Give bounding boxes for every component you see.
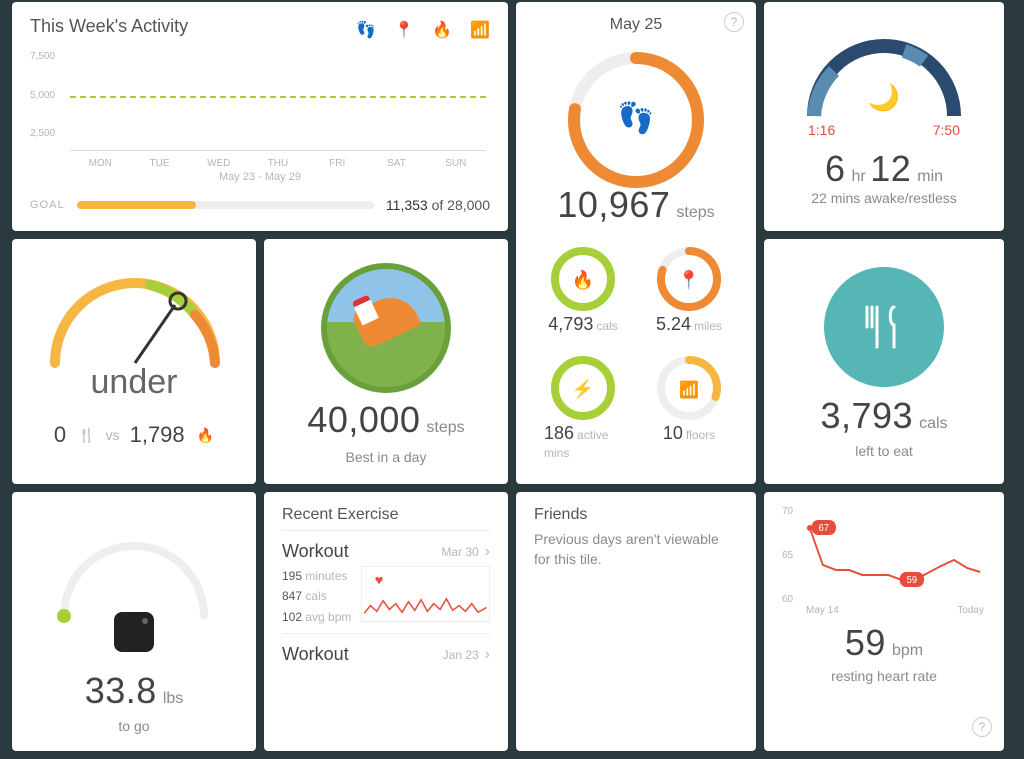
active-mins-ring[interactable]: ⚡ 186active mins (544, 353, 622, 462)
heart-rate-caption: resting heart rate (782, 668, 986, 684)
weight-value: 33.8lbs (30, 670, 238, 712)
date-range: May 23 - May 29 (30, 171, 490, 183)
sleep-end: 7:50 (933, 122, 960, 138)
svg-text:📶: 📶 (679, 380, 699, 399)
activity-metric-tabs: 👣 📍 🔥 📶 (356, 20, 490, 40)
in-vs-out: 0🍴 vs 1,798🔥 (30, 422, 238, 448)
calories-ring[interactable]: 🔥 4,793cals (544, 244, 622, 335)
y-tick: 70 (782, 506, 793, 517)
calorie-balance-card[interactable]: under 0🍴 vs 1,798🔥 (12, 239, 256, 484)
weight-caption: to go (30, 718, 238, 734)
scale-icon (114, 612, 154, 652)
food-caption: left to eat (782, 443, 986, 459)
balance-gauge (30, 253, 240, 373)
sleep-note: 22 mins awake/restless (782, 190, 986, 206)
fork-knife-icon: 🍴 (78, 427, 95, 444)
friends-message: Previous days aren't viewable for this t… (534, 530, 738, 569)
floors-ring[interactable]: 📶 10floors (650, 353, 728, 462)
svg-text:📍: 📍 (678, 269, 700, 290)
sleep-start: 1:16 (808, 122, 835, 138)
exercise-date: Jan 23 (443, 648, 479, 662)
sleep-duration: 6hr 12min (782, 148, 986, 190)
steps-progress-ring: 👣 (551, 40, 721, 190)
exercise-name: Workout (282, 644, 349, 665)
food-plate-icon (824, 267, 944, 387)
goal-bar (77, 201, 374, 209)
friends-card[interactable]: Friends Previous days aren't viewable fo… (516, 492, 756, 751)
exercise-stats: 195 minutes 847 cals 102 avg bpm (282, 566, 351, 627)
chevron-right-icon: › (485, 646, 490, 663)
heart-rate-chart: 70 65 60 67 59 May 14 Today (782, 506, 986, 616)
x-axis-labels: MONTUEWEDTHUFRISATSUN (70, 158, 486, 169)
flame-icon[interactable]: 🔥 (432, 20, 452, 40)
food-card[interactable]: 3,793cals left to eat (764, 239, 1004, 484)
exercise-date: Mar 30 (441, 545, 478, 559)
svg-text:59: 59 (907, 575, 917, 586)
sleep-card[interactable]: 🌙 1:16 7:50 6hr 12min 22 mins awake/rest… (764, 2, 1004, 231)
resting-heart-rate-card[interactable]: 70 65 60 67 59 May 14 Today 59bpm (764, 492, 1004, 751)
weight-card[interactable]: 33.8lbs to go (12, 492, 256, 751)
y-tick: 65 (782, 550, 793, 561)
goal-text: 11,353 of 28,000 (386, 197, 490, 213)
help-icon[interactable]: ? (972, 717, 992, 737)
food-value: 3,793cals (782, 395, 986, 437)
svg-text:♥: ♥ (375, 572, 384, 587)
heart-rate-value: 59bpm (782, 622, 986, 664)
balance-status: under (30, 363, 238, 402)
location-icon[interactable]: 📍 (394, 20, 414, 40)
friends-title: Friends (534, 506, 738, 524)
badge-card[interactable]: 40,000steps Best in a day (264, 239, 508, 484)
heart-rate-sparkline: ♥ (361, 566, 490, 622)
badge-value: 40,000steps (282, 399, 490, 441)
svg-text:⚡: ⚡ (572, 378, 594, 400)
y-tick: 60 (782, 594, 793, 605)
chevron-right-icon: › (485, 543, 490, 560)
activity-title: This Week's Activity (30, 16, 188, 37)
svg-text:🌙: 🌙 (868, 82, 900, 113)
x-start: May 14 (806, 605, 839, 616)
steps-value: 10,967steps (534, 184, 738, 226)
exercise-name: Workout (282, 541, 349, 562)
activity-bar-chart: 7,500 5,000 2,500 MONTUEWEDTHUFRISATSUN (30, 49, 490, 169)
y-tick: 2,500 (30, 128, 55, 139)
svg-text:67: 67 (819, 523, 829, 534)
goal-label: GOAL (30, 199, 65, 211)
recent-exercise-card[interactable]: Recent Exercise Workout Mar 30 › 195 minu… (264, 492, 508, 751)
x-end: Today (957, 605, 984, 616)
svg-text:🔥: 🔥 (572, 269, 594, 290)
flame-icon: 🔥 (197, 427, 214, 444)
help-icon[interactable]: ? (724, 12, 744, 32)
y-tick: 5,000 (30, 90, 55, 101)
goal-progress: GOAL 11,353 of 28,000 (30, 197, 490, 213)
badge-caption: Best in a day (282, 449, 490, 465)
distance-ring[interactable]: 📍 5.24miles (650, 244, 728, 335)
y-tick: 7,500 (30, 51, 55, 62)
badge-illustration (321, 263, 451, 393)
exercise-title: Recent Exercise (282, 506, 490, 524)
weekly-activity-card[interactable]: This Week's Activity 👣 📍 🔥 📶 7,500 5,000… (12, 2, 508, 231)
exercise-item[interactable]: Workout Jan 23 › (282, 633, 490, 671)
svg-text:👣: 👣 (617, 99, 654, 136)
exercise-item[interactable]: Workout Mar 30 › 195 minutes 847 cals 102… (282, 530, 490, 633)
date-header: May 25 (534, 16, 738, 34)
sleep-arc: 🌙 (784, 16, 984, 126)
footsteps-icon[interactable]: 👣 (356, 20, 376, 40)
stairs-icon[interactable]: 📶 (470, 20, 490, 40)
daily-steps-card[interactable]: May 25 ? 👣 10,967steps 🔥 4,793cals 📍 5.2… (516, 2, 756, 484)
